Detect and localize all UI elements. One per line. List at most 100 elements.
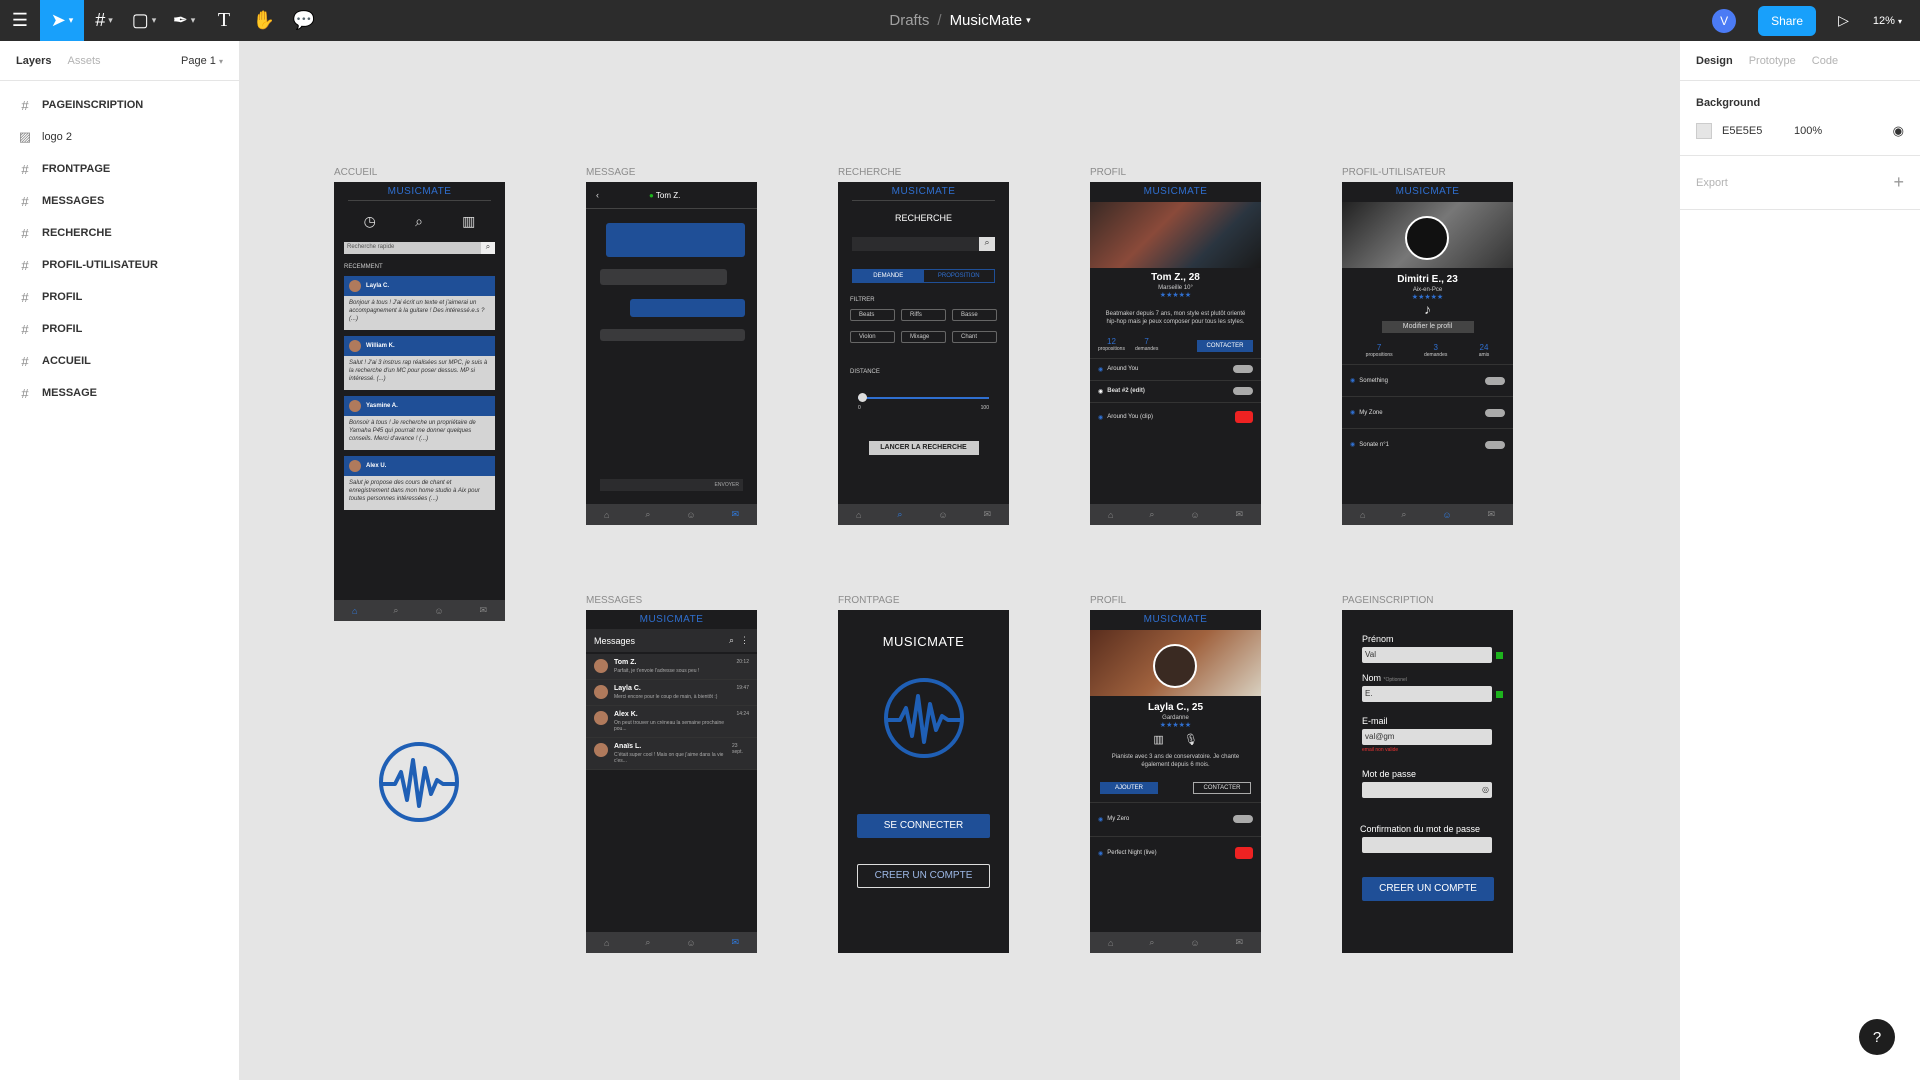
frame-message[interactable]: ‹ ● Tom Z. ENVOYER ⌂ ⌕ ☺ ✉ (586, 182, 757, 525)
present-play-icon[interactable]: ▷ (1838, 12, 1849, 29)
frame-pageinscription[interactable]: Prénom Val Nom *Optionnel E. E-mail val@… (1342, 610, 1513, 953)
home-icon[interactable]: ⌂ (1360, 510, 1365, 520)
frame-tool[interactable]: # ▾ (84, 0, 124, 41)
mail-icon[interactable]: ✉ (983, 509, 991, 520)
user-icon[interactable]: ☺ (686, 938, 695, 948)
mail-icon[interactable]: ✉ (1487, 509, 1495, 520)
eye-off-icon[interactable]: ◎ (1482, 785, 1489, 795)
plus-icon[interactable]: + (1893, 172, 1904, 193)
search-icon[interactable]: ⌕ (393, 605, 398, 616)
filter-chip[interactable]: Chant (952, 331, 997, 343)
filter-chip[interactable]: Violon (850, 331, 895, 343)
search-icon[interactable]: ⌕ (1401, 509, 1406, 520)
home-icon[interactable]: ⌂ (856, 510, 861, 520)
eye-icon[interactable]: ◉ (1893, 123, 1904, 139)
user-icon[interactable]: ☺ (434, 606, 443, 616)
edit-profile-button[interactable]: Modifier le profil (1381, 321, 1474, 333)
filter-chip[interactable]: Riffs (901, 309, 946, 321)
tab-assets[interactable]: Assets (67, 55, 100, 67)
conversation-item[interactable]: Layla C. Merci encore pour le coup de mai… (586, 680, 757, 706)
track-item[interactable]: ◉ Sonate n°1 (1342, 428, 1513, 460)
page-selector[interactable]: Page 1 ▾ (181, 55, 223, 67)
frame-profil[interactable]: MUSICMATE Tom Z., 28 Marseille 10° ★★★★★… (1090, 182, 1261, 525)
filter-chip[interactable]: Basse (952, 309, 997, 321)
search-icon[interactable]: ⌕ (645, 509, 650, 520)
create-account-button[interactable]: CREER UN COMPTE (857, 864, 990, 888)
play-icon[interactable]: ◉ (1098, 850, 1103, 857)
frame-frontpage[interactable]: MUSICMATE SE CONNECTER CREER UN COMPTE (838, 610, 1009, 953)
search-icon[interactable]: ⌕ (979, 237, 995, 251)
layer-item[interactable]: ▨ logo 2 (0, 121, 239, 153)
search-launch-button[interactable]: LANCER LA RECHERCHE (868, 441, 979, 455)
message-input[interactable]: ENVOYER (600, 479, 743, 491)
pause-icon[interactable]: ◉ (1098, 388, 1103, 395)
contact-button[interactable]: CONTACTER (1197, 339, 1253, 352)
quick-search-input[interactable]: Recherche rapide (344, 242, 481, 254)
layer-item[interactable]: # RECHERCHE (0, 217, 239, 249)
user-avatar[interactable]: V (1712, 8, 1737, 33)
send-button[interactable]: ENVOYER (715, 482, 739, 488)
play-icon[interactable]: ◉ (1098, 366, 1103, 373)
search-icon[interactable]: ⌕ (1149, 509, 1154, 520)
firstname-input[interactable]: Val (1362, 647, 1492, 663)
frame-messages[interactable]: MUSICMATE Messages ⌕ ⋮ Tom Z. Parfait, je… (586, 610, 757, 953)
search-icon[interactable]: ⌕ (481, 242, 495, 254)
track-item[interactable]: ◉ Beat #2 (edit) (1090, 379, 1261, 402)
play-icon[interactable]: ◉ (1098, 816, 1103, 823)
help-button[interactable]: ? (1859, 1019, 1895, 1055)
layer-item[interactable]: # ACCUEIL (0, 345, 239, 377)
lastname-input[interactable]: E. (1362, 686, 1492, 702)
add-friend-button[interactable]: AJOUTER (1100, 781, 1158, 794)
move-tool[interactable]: ➤ ▾ (40, 0, 84, 41)
frame-label-profil[interactable]: PROFIL (1090, 595, 1126, 606)
tab-code[interactable]: Code (1812, 55, 1838, 67)
tab-layers[interactable]: Layers (16, 55, 51, 67)
home-icon[interactable]: ⌂ (1108, 938, 1113, 948)
drafts-link[interactable]: Drafts (889, 12, 929, 29)
filter-chip[interactable]: Beats (850, 309, 895, 321)
more-options-icon[interactable]: ⋮ (740, 635, 749, 646)
mail-icon[interactable]: ✉ (731, 509, 739, 520)
tab-prototype[interactable]: Prototype (1749, 55, 1796, 67)
conversation-item[interactable]: Anaïs L. C'était super cool ! Mais on que… (586, 738, 757, 770)
create-account-button[interactable]: CREER UN COMPTE (1362, 877, 1494, 901)
share-button[interactable]: Share (1758, 5, 1817, 36)
user-icon[interactable]: ☺ (1190, 510, 1199, 520)
mail-icon[interactable]: ✉ (479, 605, 487, 616)
shape-tool[interactable]: ▢ ▾ (124, 0, 164, 41)
post-card[interactable]: Layla C. Bonjour à tous ! J'ai écrit un … (344, 276, 495, 330)
track-item[interactable]: ◉ Perfect Night (live) (1090, 835, 1261, 870)
track-item[interactable]: ◉ My Zone (1342, 396, 1513, 428)
post-card[interactable]: William K. Salut ! J'ai 3 instrus rap ré… (344, 336, 495, 390)
layer-item[interactable]: # PROFIL (0, 281, 239, 313)
frame-label-frontpage[interactable]: FRONTPAGE (838, 595, 899, 606)
filter-chip[interactable]: Mixage (901, 331, 946, 343)
main-menu-icon[interactable]: ☰ (0, 0, 40, 41)
conversation-item[interactable]: Alex K. On peut trouver un créneau la sem… (586, 706, 757, 738)
conversation-item[interactable]: Tom Z. Parfait, je t'envoie l'adresse sou… (586, 654, 757, 680)
play-icon[interactable]: ◉ (1350, 377, 1355, 384)
pen-tool[interactable]: ✒ ▾ (164, 0, 204, 41)
layer-item[interactable]: # PROFIL-UTILISATEUR (0, 249, 239, 281)
user-icon[interactable]: ☺ (938, 510, 947, 520)
background-opacity-input[interactable]: 100% (1794, 125, 1822, 137)
distance-slider[interactable] (858, 393, 989, 402)
frame-label-profil[interactable]: PROFIL (1090, 167, 1126, 178)
home-icon[interactable]: ⌂ (352, 606, 357, 616)
home-icon[interactable]: ⌂ (1108, 510, 1113, 520)
frame-label-accueil[interactable]: ACCUEIL (334, 167, 377, 178)
layer-item[interactable]: # MESSAGE (0, 377, 239, 409)
background-hex-input[interactable]: E5E5E5 (1722, 125, 1794, 137)
zoom-level[interactable]: 12% ▾ (1873, 15, 1902, 27)
layer-item[interactable]: # FRONTPAGE (0, 153, 239, 185)
track-item[interactable]: ◉ Around You (1090, 357, 1261, 380)
play-icon[interactable]: ◉ (1098, 414, 1103, 421)
text-tool[interactable]: T (204, 0, 244, 41)
frame-profil[interactable]: MUSICMATE Layla C., 25 Gardanne ★★★★★ ▥ … (1090, 610, 1261, 953)
user-icon[interactable]: ☺ (686, 510, 695, 520)
frame-label-pageinscription[interactable]: PAGEINSCRIPTION (1342, 595, 1434, 606)
search-icon[interactable]: ⌕ (1149, 937, 1154, 948)
frame-label-messages[interactable]: MESSAGES (586, 595, 642, 606)
search-icon[interactable]: ⌕ (897, 509, 902, 520)
library-icon[interactable]: ▥ (462, 213, 475, 230)
